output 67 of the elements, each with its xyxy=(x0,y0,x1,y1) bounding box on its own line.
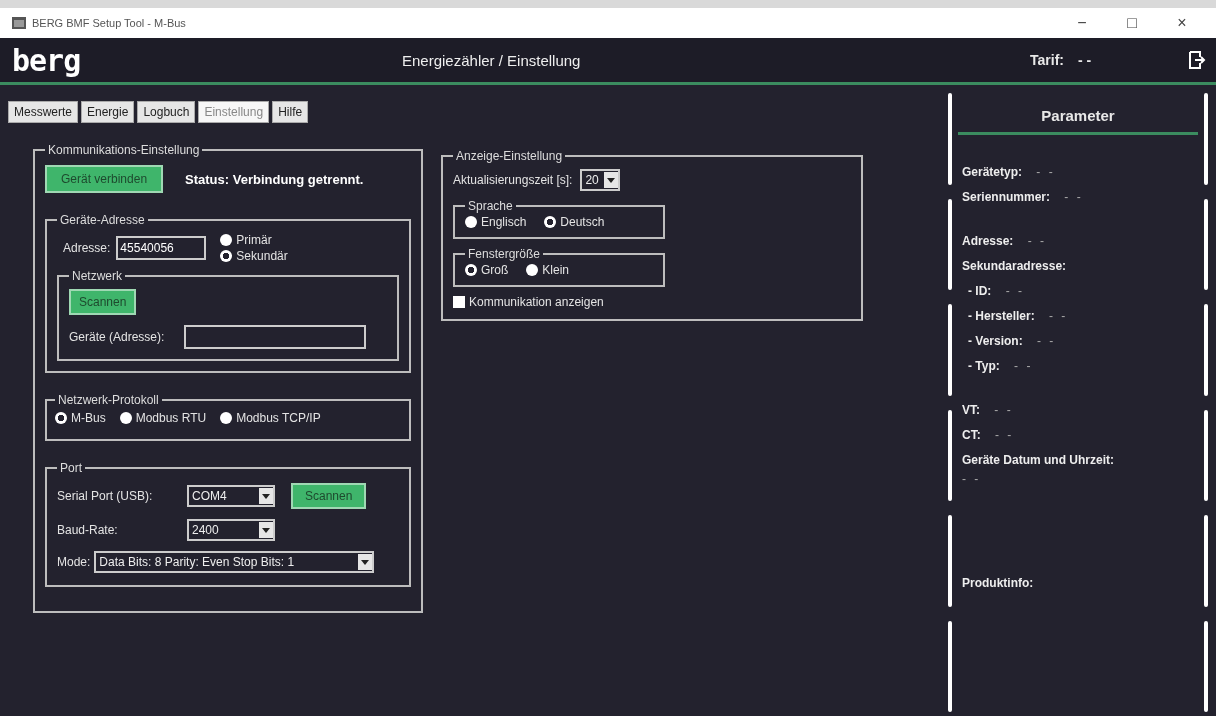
status-text: Status: Verbindung getrennt. xyxy=(185,171,364,187)
connect-button[interactable]: Gerät verbinden xyxy=(45,165,164,193)
group-title: Sprache xyxy=(467,199,514,213)
page-title: Energiezähler / Einstellung xyxy=(401,51,582,69)
panel-title: Parameter xyxy=(958,93,1198,135)
parameter-text: Seriennummer: - - xyxy=(962,190,1081,204)
group-title: Fenstergröße xyxy=(467,247,542,261)
dropdown[interactable]: 20 xyxy=(580,169,621,191)
checkbox-icon xyxy=(453,296,465,308)
scan-button[interactable]: Scannen xyxy=(69,289,137,315)
radio-option[interactable]: Englisch xyxy=(465,215,527,229)
tab[interactable]: Logbuch xyxy=(137,101,196,123)
window-control[interactable]: □ xyxy=(1110,13,1154,33)
group-title: Kommunikations-Einstellung xyxy=(47,143,201,157)
group-title: Netzwerk-Protokoll xyxy=(57,393,160,407)
app-icon xyxy=(12,17,26,29)
group-title: Port xyxy=(59,461,83,475)
parameter-text: Produktinfo: xyxy=(962,576,1035,590)
tab[interactable]: Hilfe xyxy=(272,101,309,123)
parameter-text: - Hersteller: - - xyxy=(967,309,1066,323)
field-label: Mode: xyxy=(57,555,91,569)
parameter-text: VT: - - xyxy=(962,403,1011,417)
dropdown[interactable]: COM4 xyxy=(187,485,275,507)
tab[interactable]: Messwerte xyxy=(8,101,78,123)
devices-field[interactable] xyxy=(184,325,367,349)
scan-button[interactable]: Scannen xyxy=(291,483,367,509)
logo: berg xyxy=(12,42,82,78)
tariff-value: - - xyxy=(1078,52,1093,68)
parameter-text: - Version: - - xyxy=(967,334,1054,348)
field-label: Adresse: xyxy=(63,241,111,255)
window-title: BERG BMF Setup Tool - M-Bus xyxy=(32,17,187,29)
address-field[interactable]: 45540056 xyxy=(116,236,207,260)
dropdown[interactable]: 2400 xyxy=(187,519,275,541)
field-label: Geräte (Adresse): xyxy=(69,330,165,344)
radio-option[interactable]: Modbus TCP/IP xyxy=(220,411,321,425)
parameter-text: Adresse: - - xyxy=(962,234,1045,248)
caret-icon xyxy=(358,554,373,570)
group-title: Geräte-Adresse xyxy=(59,213,146,227)
caret-icon xyxy=(604,172,619,188)
parameter-value: - - xyxy=(962,472,979,486)
caret-icon xyxy=(259,522,273,538)
parameter-text: Sekundaradresse: xyxy=(962,259,1068,273)
parameter-text: Geräte Datum und Uhrzeit: xyxy=(962,453,1115,467)
window-control[interactable]: − xyxy=(1060,13,1104,33)
parameter-text: Gerätetyp: - - xyxy=(962,165,1053,179)
parameter-text: - Typ: - - xyxy=(967,359,1031,373)
window-control[interactable]: × xyxy=(1160,13,1204,33)
group-title: Netzwerk xyxy=(71,269,123,283)
radio-option[interactable]: M-Bus xyxy=(55,411,106,425)
show-communication-checkbox[interactable]: Kommunikation anzeigen xyxy=(453,295,851,309)
parameter-text: - ID: - - xyxy=(967,284,1022,298)
field-label: Serial Port (USB): xyxy=(57,489,154,503)
radio-option[interactable]: Klein xyxy=(526,263,570,277)
radio-option[interactable]: Modbus RTU xyxy=(119,411,207,425)
group-title: Anzeige-Einstellung xyxy=(455,149,564,163)
tariff-label: Tarif: xyxy=(1030,52,1064,68)
radio-option[interactable]: Sekundär xyxy=(220,249,288,263)
parameter-text: CT: - - xyxy=(962,428,1012,442)
caret-icon xyxy=(259,488,273,504)
radio-option[interactable]: Deutsch xyxy=(544,215,605,229)
field-label: Aktualisierungszeit [s]: xyxy=(453,173,573,187)
dropdown[interactable]: Data Bits: 8 Parity: Even Stop Bits: 1 xyxy=(94,551,375,573)
radio-option[interactable]: Groß xyxy=(465,263,509,277)
logout-icon[interactable] xyxy=(1188,51,1206,69)
field-label: Baud-Rate: xyxy=(57,523,119,537)
tab[interactable]: Energie xyxy=(81,101,135,123)
radio-option[interactable]: Primär xyxy=(220,233,288,247)
